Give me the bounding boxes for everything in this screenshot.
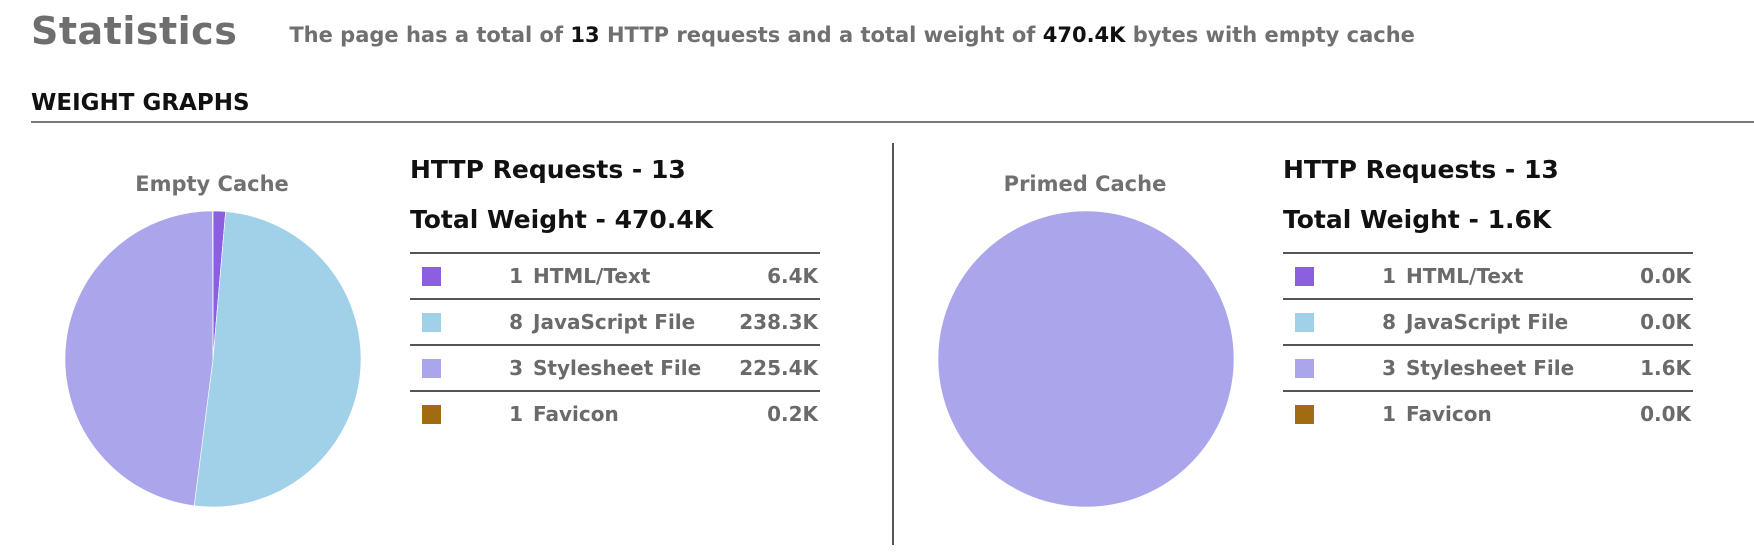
summary-weight: 470.4K xyxy=(1042,23,1126,47)
legend-row-stylesheet: 3 Stylesheet File 1.6K xyxy=(1283,346,1693,392)
legend-label: JavaScript File xyxy=(533,310,696,334)
page-header: Statistics The page has a total of 13 HT… xyxy=(31,6,1415,56)
legend-count: 3 xyxy=(509,356,523,380)
legend-label: HTML/Text xyxy=(533,264,651,288)
page-summary: The page has a total of 13 HTTP requests… xyxy=(289,23,1415,47)
legend-count: 8 xyxy=(1382,310,1396,334)
summary-text-pre: The page has a total of xyxy=(289,23,571,47)
legend-count: 8 xyxy=(509,310,523,334)
section-rule xyxy=(31,121,1754,123)
legend-label: Stylesheet File xyxy=(1406,356,1575,380)
legend-value: 0.2K xyxy=(767,402,818,426)
pie-chart-primed-cache xyxy=(937,210,1235,508)
legend-count: 3 xyxy=(1382,356,1396,380)
legend-value: 6.4K xyxy=(767,264,818,288)
summary-requests: 13 xyxy=(570,23,600,47)
legend-swatch xyxy=(422,266,441,286)
pie-title: Primed Cache xyxy=(1003,172,1167,196)
legend-swatch xyxy=(1295,404,1314,424)
legend-swatch xyxy=(1295,358,1314,378)
legend-count: 1 xyxy=(1382,402,1396,426)
legend-swatch xyxy=(1295,266,1314,286)
legend-row-html: 1 HTML/Text 6.4K xyxy=(410,254,820,300)
legend-value: 238.3K xyxy=(739,310,818,334)
primed-cache-panel: Primed Cache HTTP Requests - 13 Total We… xyxy=(935,140,1754,550)
legend-label: Favicon xyxy=(533,402,619,426)
legend-label: Stylesheet File xyxy=(533,356,702,380)
legend-row-stylesheet: 3 Stylesheet File 225.4K xyxy=(410,346,820,392)
legend-row-favicon: 1 Favicon 0.0K xyxy=(1283,392,1693,436)
legend-primed-cache: HTTP Requests - 13 Total Weight - 1.6K 1… xyxy=(1283,148,1693,436)
legend-swatch xyxy=(422,312,441,332)
legend-count: 1 xyxy=(509,402,523,426)
legend-count: 1 xyxy=(1382,264,1396,288)
legend-value: 0.0K xyxy=(1640,402,1691,426)
requests-label: HTTP Requests - 13 xyxy=(410,155,686,184)
panel-divider xyxy=(892,143,894,545)
weight-label: Total Weight - 470.4K xyxy=(410,205,714,234)
legend-table: 1 HTML/Text 6.4K 8 JavaScript File 238.3… xyxy=(410,252,820,436)
legend-value: 1.6K xyxy=(1640,356,1691,380)
legend-value: 0.0K xyxy=(1640,310,1691,334)
section-title: WEIGHT GRAPHS xyxy=(31,90,250,116)
legend-label: HTML/Text xyxy=(1406,264,1524,288)
pie-title: Empty Cache xyxy=(135,172,289,196)
legend-table: 1 HTML/Text 0.0K 8 JavaScript File 0.0K … xyxy=(1283,252,1693,436)
legend-empty-cache: HTTP Requests - 13 Total Weight - 470.4K… xyxy=(410,148,820,436)
legend-row-javascript: 8 JavaScript File 238.3K xyxy=(410,300,820,346)
pie-slice-stylesheet-file xyxy=(64,210,214,507)
pie-chart-empty-cache xyxy=(64,210,362,508)
legend-label: JavaScript File xyxy=(1406,310,1569,334)
legend-count: 1 xyxy=(509,264,523,288)
legend-value: 0.0K xyxy=(1640,264,1691,288)
legend-swatch xyxy=(422,404,441,424)
pie-slice-stylesheet-file xyxy=(937,210,1235,508)
legend-row-favicon: 1 Favicon 0.2K xyxy=(410,392,820,436)
summary-text-post: bytes with empty cache xyxy=(1125,23,1415,47)
summary-text-mid: HTTP requests and a total weight of xyxy=(599,23,1043,47)
page-title: Statistics xyxy=(31,9,238,53)
requests-label: HTTP Requests - 13 xyxy=(1283,155,1559,184)
legend-swatch xyxy=(422,358,441,378)
legend-swatch xyxy=(1295,312,1314,332)
weight-label: Total Weight - 1.6K xyxy=(1283,205,1552,234)
legend-row-javascript: 8 JavaScript File 0.0K xyxy=(1283,300,1693,346)
empty-cache-panel: Empty Cache HTTP Requests - 13 Total Wei… xyxy=(62,140,902,550)
legend-row-html: 1 HTML/Text 0.0K xyxy=(1283,254,1693,300)
legend-label: Favicon xyxy=(1406,402,1492,426)
legend-value: 225.4K xyxy=(739,356,818,380)
